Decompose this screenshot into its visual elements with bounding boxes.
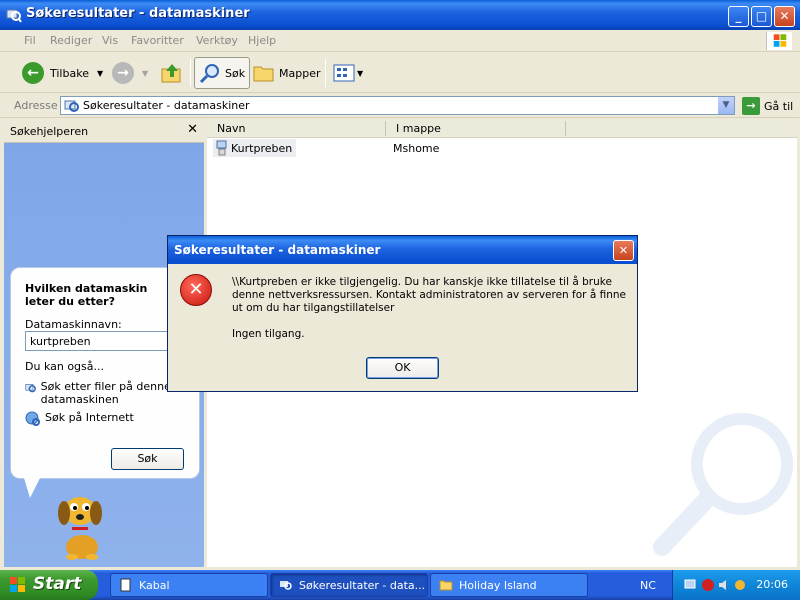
language-indicator[interactable]: NC [640,579,656,592]
menu-file[interactable]: Fil [24,34,36,47]
error-detail: Ingen tilgang. [232,328,305,340]
search-computer-icon [6,9,22,23]
task-kabal[interactable]: Kabal [110,573,268,597]
back-dropdown-icon[interactable]: ▼ [97,69,103,78]
tray-app-icon[interactable] [733,578,747,592]
maximize-button[interactable]: □ [751,6,772,27]
up-folder-button[interactable] [160,57,184,89]
folders-icon [253,66,274,82]
views-dropdown-icon: ▼ [357,68,364,78]
title-bar[interactable]: Søkeresultater - datamaskiner _ □ ✕ [0,0,800,30]
column-folder[interactable]: I mappe [396,122,441,135]
search-internet-option[interactable]: Søk på Internett [25,411,195,427]
result-name: Kurtpreben [231,141,293,155]
error-dialog: Søkeresultater - datamaskiner ✕ ✕ \\Kurt… [167,235,638,392]
result-name-cell[interactable]: Kurtpreben [213,139,297,157]
volume-icon[interactable] [717,578,731,592]
task-label: Holiday Island [459,578,537,592]
task-search-results[interactable]: Søkeresultater - data... [270,573,428,597]
forward-button[interactable]: → ▼ [112,57,148,89]
search-internet-label: Søk på Internett [45,411,134,424]
search-dog-icon [58,497,102,560]
goto-button[interactable]: → Gå til [742,97,793,115]
search-files-icon [25,383,36,393]
search-question: Hvilken datamaskin leter du etter? [25,282,148,308]
search-pane-header: Søkehjelperen ✕ [4,119,204,143]
computer-name-label: Datamaskinnavn: [25,318,122,331]
forward-dropdown-icon[interactable]: ▼ [142,69,148,78]
menu-help[interactable]: Hjelp [248,34,276,47]
menu-view[interactable]: Vis [102,34,118,47]
menu-edit[interactable]: Rediger [50,34,92,47]
window-title: Søkeresultater - datamaskiner [26,6,250,21]
security-alert-icon[interactable] [701,578,715,592]
go-arrow-icon: → [742,97,760,115]
clock[interactable]: 20:06 [756,578,788,591]
menu-bar: Fil Rediger Vis Favoritter Verktøy Hjelp [0,30,800,52]
system-tray: 20:06 [672,570,800,600]
error-icon: ✕ [180,274,212,306]
network-icon[interactable] [683,578,697,592]
dialog-title: Søkeresultater - datamaskiner [174,243,381,257]
magnifier-watermark-icon [653,413,793,556]
search-pane-close-icon[interactable]: ✕ [187,122,198,137]
address-bar: Adresse Søkeresultater - datamaskiner ▼ … [0,94,800,118]
task-holiday-island[interactable]: Holiday Island [430,573,588,597]
search-computer-icon [280,581,292,590]
menu-tools[interactable]: Verktøy [196,34,238,47]
back-button[interactable]: ← Tilbake ▼ [22,57,103,89]
cards-icon [120,578,131,592]
folder-icon [439,580,453,591]
taskbar: Start Kabal Søkeresultater - data... Hol… [0,570,800,600]
forward-arrow-icon: → [112,62,134,84]
dialog-body: ✕ \\Kurtpreben er ikke tilgjengelig. Du … [168,264,637,391]
back-label: Tilbake [50,66,89,80]
close-button[interactable]: ✕ [774,6,795,27]
search-computer-icon [64,100,79,112]
start-button[interactable]: Start [0,570,98,600]
ok-button[interactable]: OK [366,357,439,379]
error-message: \\Kurtpreben er ikke tilgjengelig. Du ha… [232,276,626,314]
views-icon [333,64,355,82]
balloon-tail [24,478,40,498]
toolbar: ← Tilbake ▼ → ▼ Søk Mapper ▼ [0,53,800,93]
back-arrow-icon: ← [22,62,44,84]
folders-button[interactable]: Mapper [253,57,321,89]
also-label: Du kan også... [25,360,104,373]
views-button[interactable]: ▼ [333,57,363,89]
column-divider[interactable] [565,121,566,136]
address-label: Adresse [14,99,58,112]
search-pane-title: Søkehjelperen [10,125,89,138]
column-name[interactable]: Navn [217,122,245,135]
task-label: Kabal [139,578,170,592]
minimize-button[interactable]: _ [728,6,749,27]
start-label: Start [33,574,82,594]
menu-favorites[interactable]: Favoritter [131,34,184,47]
windows-logo-icon [766,32,792,50]
computer-icon [216,140,227,156]
search-icon [199,64,219,84]
result-row[interactable]: Kurtpreben Mshome [213,139,613,157]
dialog-title-bar[interactable]: Søkeresultater - datamaskiner ✕ [168,236,637,264]
folders-label: Mapper [279,66,321,80]
search-label: Søk [225,66,246,80]
up-folder-icon [161,64,181,83]
search-submit-button[interactable]: Søk [111,448,184,470]
goto-label: Gå til [764,99,794,113]
task-label: Søkeresultater - data... [299,578,426,592]
column-divider[interactable] [385,121,386,136]
address-value: Søkeresultater - datamaskiner [83,99,250,112]
windows-flag-icon [10,577,25,592]
search-button[interactable]: Søk [194,57,251,89]
address-input[interactable]: Søkeresultater - datamaskiner ▼ [60,96,735,115]
column-header: Navn I mappe [207,119,797,138]
toolbar-separator [325,59,326,87]
computer-name-input[interactable]: kurtpreben [25,331,175,351]
dialog-close-button[interactable]: ✕ [613,240,634,261]
result-folder: Mshome [393,142,440,155]
address-dropdown-icon[interactable]: ▼ [718,97,734,114]
toolbar-separator [190,59,191,87]
search-internet-icon [25,411,40,426]
